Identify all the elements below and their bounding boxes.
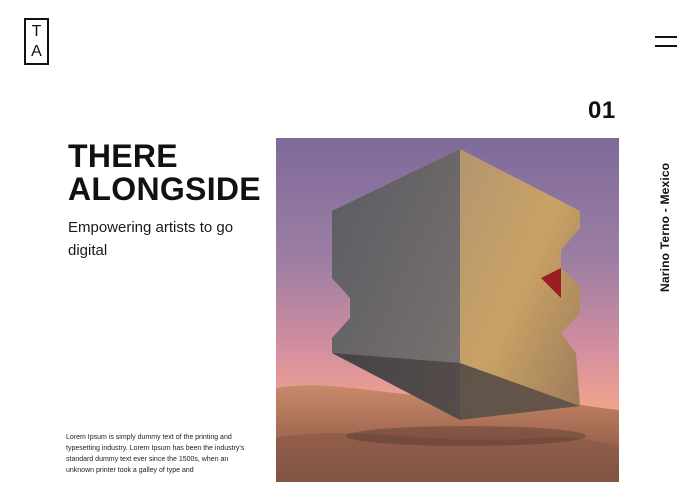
- page-title: THERE ALONGSIDE: [68, 140, 268, 206]
- logo-letter-t: T: [31, 22, 42, 40]
- page-subtitle: Empowering artists to go digital: [68, 219, 234, 259]
- brand-logo[interactable]: T A: [24, 18, 49, 65]
- slide-number: 01: [588, 97, 616, 124]
- logo-letter-a: A: [31, 42, 42, 60]
- hero-artwork-image: [276, 138, 619, 482]
- menu-line-bottom: [655, 45, 677, 47]
- title-line-2: ALONGSIDE: [68, 171, 261, 207]
- menu-line-top: [655, 36, 677, 38]
- body-text: Lorem Ipsum is simply dummy text of the …: [66, 434, 245, 474]
- title-line-1: THERE: [68, 138, 178, 174]
- hamburger-menu-icon[interactable]: [655, 35, 677, 49]
- vertical-caption: Narino Terno - Mexico: [658, 162, 672, 292]
